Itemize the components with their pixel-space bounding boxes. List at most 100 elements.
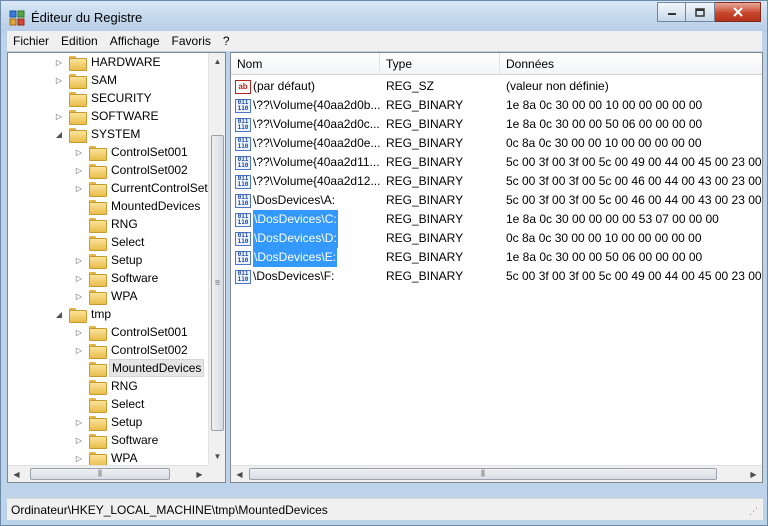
value-data-cell: 5c 00 3f 00 3f 00 5c 00 46 00 44 00 43 0… xyxy=(506,193,762,207)
expand-arrow-icon[interactable]: ▷ xyxy=(74,417,84,427)
tree-node[interactable]: SECURITY xyxy=(54,89,154,107)
column-header-data[interactable]: Données xyxy=(500,53,762,75)
table-row[interactable]: 011 110 \??\Volume{40aa2d0c... REG_BINARY 1e… xyxy=(231,115,762,134)
expand-arrow-icon[interactable]: ▷ xyxy=(54,75,64,85)
expand-arrow-icon[interactable]: ▷ xyxy=(74,453,84,463)
tree-node[interactable]: ▷ ControlSet002 xyxy=(74,341,190,359)
collapse-arrow-icon[interactable]: ◢ xyxy=(54,309,64,319)
menu-edition[interactable]: Edition xyxy=(55,34,104,48)
table-row[interactable]: 011 110 \??\Volume{40aa2d12... REG_BINARY 5c… xyxy=(231,172,762,191)
expand-arrow-icon[interactable]: ▷ xyxy=(74,147,84,157)
tree-node[interactable]: ▷ Setup xyxy=(74,413,144,431)
key-tree[interactable]: ▷ HARDWARE ▷ SAM SECURITY ▷ SOFTWARE ◢ SYSTEM ▷ Co… xyxy=(7,52,226,483)
table-row[interactable]: 011 110 \??\Volume{40aa2d0b... REG_BINARY 1e… xyxy=(231,96,762,115)
maximize-button[interactable] xyxy=(686,2,715,22)
folder-icon xyxy=(89,361,107,377)
table-row[interactable]: 011 110 \DosDevices\C: REG_BINARY 1e 8a 0c 3… xyxy=(231,210,762,229)
expand-arrow-icon[interactable]: ▷ xyxy=(74,435,84,445)
menu-fichier[interactable]: Fichier xyxy=(7,34,55,48)
folder-icon xyxy=(69,307,87,323)
value-type-cell: REG_BINARY xyxy=(386,231,464,245)
tree-node[interactable]: ▷ WPA xyxy=(74,287,139,305)
menu-help[interactable]: ? xyxy=(217,34,236,48)
menu-affichage[interactable]: Affichage xyxy=(104,34,166,48)
menu-favoris[interactable]: Favoris xyxy=(166,34,217,48)
tree-node[interactable]: ◢ tmp xyxy=(54,305,113,323)
tree-vertical-scrollbar[interactable]: ▲ ≡ ▼ xyxy=(208,53,225,465)
value-name-cell[interactable]: 011 110 \??\Volume{40aa2d0b... xyxy=(231,96,380,115)
tree-node[interactable]: Select xyxy=(74,233,146,251)
tree-node[interactable]: Select xyxy=(74,395,146,413)
tree-hscroll-thumb[interactable]: ⦀ xyxy=(30,468,170,480)
list-horizontal-scrollbar[interactable]: ◀ ⦀ ▶ xyxy=(231,465,762,482)
value-name-cell[interactable]: 011 110 \DosDevices\A: xyxy=(231,191,380,210)
close-button[interactable] xyxy=(715,2,761,22)
tree-node[interactable]: RNG xyxy=(74,377,140,395)
tree-horizontal-scrollbar[interactable]: ◀ ⦀ ▶ xyxy=(8,465,208,482)
table-row[interactable]: 011 110 \DosDevices\F: REG_BINARY 5c 00 3f 0… xyxy=(231,267,762,286)
value-name-cell[interactable]: 011 110 \??\Volume{40aa2d12... xyxy=(231,172,380,191)
expand-arrow-icon[interactable]: ▷ xyxy=(74,327,84,337)
tree-node[interactable]: ▷ CurrentControlSet xyxy=(74,179,208,197)
value-type-cell: REG_SZ xyxy=(386,79,435,93)
value-name-cell[interactable]: 011 110 \DosDevices\E: xyxy=(231,248,380,267)
collapse-arrow-icon[interactable]: ◢ xyxy=(54,129,64,139)
value-name-cell[interactable]: 011 110 \??\Volume{40aa2d0e... xyxy=(231,134,380,153)
value-type-cell: REG_BINARY xyxy=(386,250,464,264)
tree-node[interactable]: ▷ ControlSet001 xyxy=(74,323,190,341)
value-name-cell[interactable]: 011 110 \DosDevices\D: xyxy=(231,229,380,248)
value-name-text: (par défaut) xyxy=(253,79,316,93)
column-header-type[interactable]: Type xyxy=(380,53,500,75)
folder-icon xyxy=(69,91,87,107)
scroll-right-arrow-icon[interactable]: ▶ xyxy=(745,466,762,482)
tree-node[interactable]: ◢ SYSTEM xyxy=(54,125,142,143)
value-name: 011 110 \DosDevices\E: xyxy=(235,248,338,267)
tree-node[interactable]: ▷ WPA xyxy=(74,449,139,465)
expand-arrow-icon[interactable]: ▷ xyxy=(74,291,84,301)
expand-arrow-icon[interactable]: ▷ xyxy=(54,111,64,121)
tree-node[interactable]: MountedDevices xyxy=(74,197,202,215)
tree-node[interactable]: ▷ Software xyxy=(74,269,160,287)
expand-arrow-icon[interactable]: ▷ xyxy=(74,273,84,283)
list-hscroll-thumb[interactable]: ⦀ xyxy=(249,468,717,480)
table-row[interactable]: 011 110 \DosDevices\D: REG_BINARY 0c 8a 0c 3… xyxy=(231,229,762,248)
expand-arrow-icon[interactable]: ▷ xyxy=(74,255,84,265)
tree-node[interactable]: ▷ ControlSet002 xyxy=(74,161,190,179)
value-data-cell: 5c 00 3f 00 3f 00 5c 00 49 00 44 00 45 0… xyxy=(506,269,762,283)
tree-rows: ▷ HARDWARE ▷ SAM SECURITY ▷ SOFTWARE ◢ SYSTEM ▷ Co… xyxy=(8,53,208,465)
table-row[interactable]: 011 110 \??\Volume{40aa2d11... REG_BINARY 5c… xyxy=(231,153,762,172)
scroll-up-arrow-icon[interactable]: ▲ xyxy=(209,53,225,70)
scroll-left-arrow-icon[interactable]: ◀ xyxy=(231,466,248,482)
table-row[interactable]: 011 110 \??\Volume{40aa2d0e... REG_BINARY 0c… xyxy=(231,134,762,153)
tree-node[interactable]: ▷ HARDWARE xyxy=(54,53,163,71)
tree-node[interactable]: MountedDevices xyxy=(74,359,205,377)
scroll-right-arrow-icon[interactable]: ▶ xyxy=(191,466,208,482)
column-header-name[interactable]: Nom xyxy=(231,53,380,75)
values-list[interactable]: Nom Type Données ab (par défaut) REG_SZ (va… xyxy=(230,52,763,483)
scroll-down-arrow-icon[interactable]: ▼ xyxy=(209,448,225,465)
tree-scroll-thumb[interactable]: ≡ xyxy=(211,135,224,431)
tree-node[interactable]: ▷ SAM xyxy=(54,71,119,89)
expand-arrow-icon[interactable]: ▷ xyxy=(74,345,84,355)
table-row[interactable]: ab (par défaut) REG_SZ (valeur non définie) xyxy=(231,77,762,96)
title-bar[interactable]: Éditeur du Registre xyxy=(1,1,767,33)
expand-arrow-icon[interactable]: ▷ xyxy=(74,183,84,193)
table-row[interactable]: 011 110 \DosDevices\A: REG_BINARY 5c 00 3f 0… xyxy=(231,191,762,210)
value-name-cell[interactable]: 011 110 \??\Volume{40aa2d0c... xyxy=(231,115,380,134)
value-name-cell[interactable]: 011 110 \DosDevices\C: xyxy=(231,210,380,229)
table-row[interactable]: 011 110 \DosDevices\E: REG_BINARY 1e 8a 0c 3… xyxy=(231,248,762,267)
expand-arrow-icon[interactable]: ▷ xyxy=(74,165,84,175)
scroll-left-arrow-icon[interactable]: ◀ xyxy=(8,466,25,482)
value-name-cell[interactable]: ab (par défaut) xyxy=(231,77,380,96)
value-name-cell[interactable]: 011 110 \??\Volume{40aa2d11... xyxy=(231,153,380,172)
tree-node[interactable]: ▷ ControlSet001 xyxy=(74,143,190,161)
value-name-cell[interactable]: 011 110 \DosDevices\F: xyxy=(231,267,380,286)
tree-node[interactable]: ▷ Setup xyxy=(74,251,144,269)
minimize-button[interactable] xyxy=(657,2,686,22)
tree-node[interactable]: ▷ SOFTWARE xyxy=(54,107,161,125)
value-name: 011 110 \??\Volume{40aa2d12... xyxy=(235,173,380,190)
tree-node[interactable]: RNG xyxy=(74,215,140,233)
expand-arrow-icon[interactable]: ▷ xyxy=(54,57,64,67)
resize-grip-icon[interactable]: ⋰ xyxy=(749,506,761,518)
tree-node[interactable]: ▷ Software xyxy=(74,431,160,449)
